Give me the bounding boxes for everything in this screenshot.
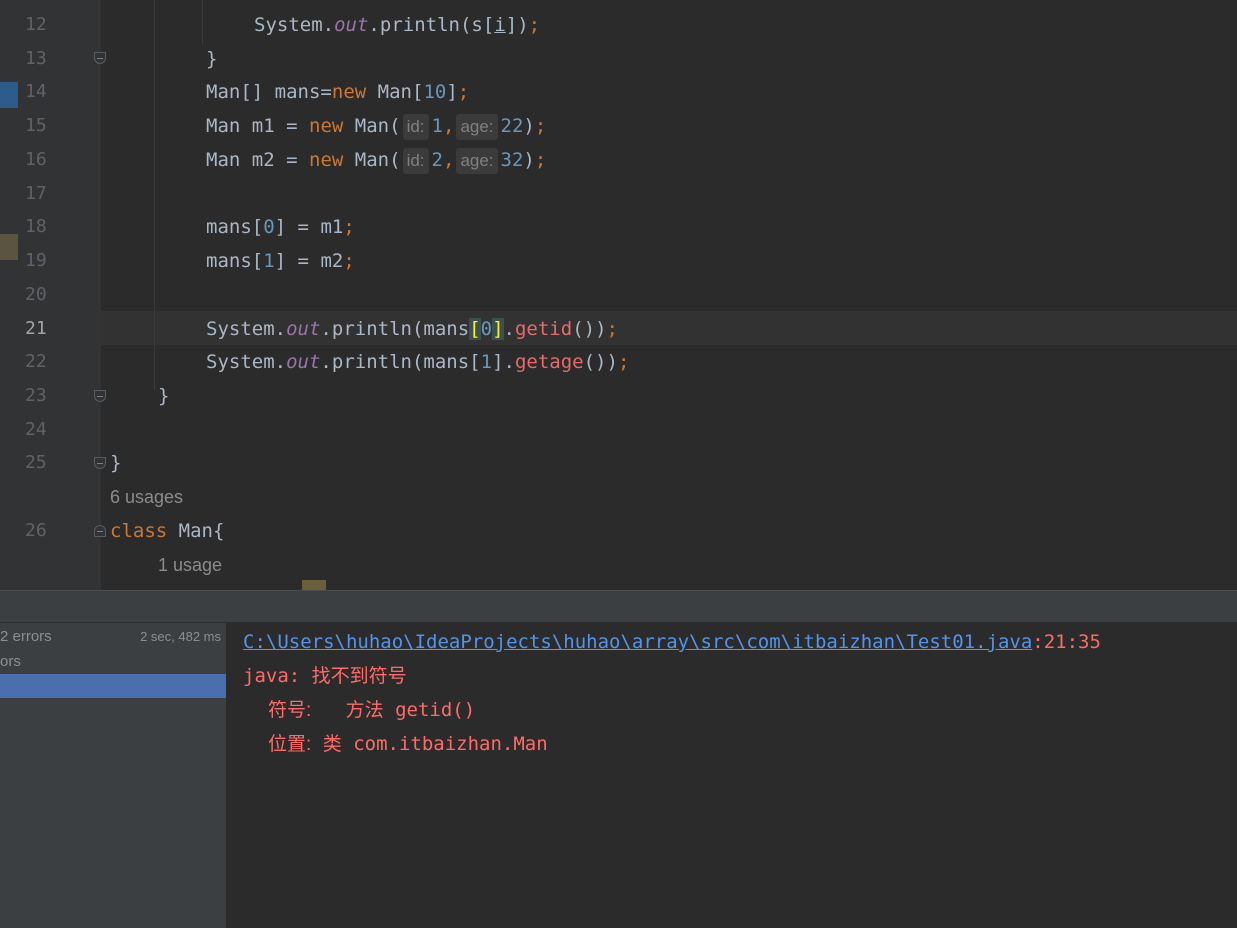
code-line-26[interactable]: class Man{ [110, 514, 224, 548]
code-editor[interactable]: 12 13 14 15 16 17 18 19 20 21 22 23 24 2… [0, 0, 1237, 590]
error-symbol-line: 符号: 方法 getid() [268, 699, 476, 721]
line-number: 20 [25, 284, 47, 305]
line-number-active: 21 [25, 318, 47, 339]
line-number: 12 [25, 14, 47, 35]
error-message-line: java: 找不到符号 [243, 665, 407, 687]
line-number: 23 [25, 385, 47, 406]
error-location-detail: 位置: 类 com.itbaizhan.Man [268, 733, 548, 755]
param-hint-id: id: [402, 148, 429, 174]
fold-marker-icon[interactable] [94, 457, 106, 469]
param-hint-id: id: [402, 114, 429, 140]
code-line-25[interactable]: } [110, 446, 121, 480]
code-line-13[interactable]: } [206, 42, 217, 76]
line-number: 24 [25, 419, 47, 440]
build-output-panel[interactable]: C:\Users\huhao\IdeaProjects\huhao\array\… [226, 623, 1237, 928]
strip-highlight-blue [0, 82, 18, 108]
build-tree-row[interactable]: ors [0, 650, 226, 674]
build-tree-label: ors [0, 653, 21, 670]
code-line-15[interactable]: Man m1 = new Man(id: 1, age: 22); [206, 109, 546, 143]
build-tree-row[interactable]: 2 errors 2 sec, 482 ms [0, 625, 226, 649]
line-number: 16 [25, 149, 47, 170]
usages-hint[interactable]: 1 usage [158, 555, 222, 576]
code-line-18[interactable]: mans[0] = m1; [206, 210, 355, 244]
unresolved-method[interactable]: getage [515, 351, 584, 373]
line-number: 26 [25, 520, 47, 541]
line-number: 19 [25, 250, 47, 271]
line-number: 14 [25, 81, 47, 102]
code-line-14[interactable]: Man[] mans=new Man[10]; [206, 75, 469, 109]
strip-highlight-olive [0, 234, 18, 260]
indent-guide [202, 0, 203, 44]
project-tool-strip [0, 0, 18, 590]
code-line-12[interactable]: System.out.println(s[i]); [254, 8, 540, 42]
line-number: 15 [25, 115, 47, 136]
code-line-21[interactable]: System.out.println(mans[0].getid()); [206, 312, 618, 346]
fold-marker-icon[interactable] [94, 390, 106, 402]
build-duration: 2 sec, 482 ms [140, 629, 221, 644]
code-line-22[interactable]: System.out.println(mans[1].getage()); [206, 345, 629, 379]
scroll-marker [302, 580, 326, 590]
fold-marker-icon[interactable] [94, 525, 106, 537]
code-line-23[interactable]: } [158, 379, 169, 413]
unresolved-method[interactable]: getid [515, 318, 572, 340]
param-hint-age: age: [456, 148, 498, 174]
param-hint-age: age: [456, 114, 498, 140]
line-number: 18 [25, 216, 47, 237]
code-line-19[interactable]: mans[1] = m2; [206, 244, 355, 278]
line-number: 25 [25, 452, 47, 473]
line-number: 13 [25, 48, 47, 69]
indent-guide [154, 0, 155, 390]
line-number: 17 [25, 183, 47, 204]
build-tree-panel[interactable]: 2 errors 2 sec, 482 ms ors [0, 623, 227, 928]
panel-splitter[interactable] [0, 590, 1237, 623]
build-tree-row-selected[interactable] [0, 674, 226, 698]
source-file-link[interactable]: C:\Users\huhao\IdeaProjects\huhao\array\… [243, 631, 1032, 653]
code-line-16[interactable]: Man m2 = new Man(id: 2, age: 32); [206, 143, 546, 177]
build-status-label: 2 errors [0, 628, 52, 645]
usages-hint[interactable]: 6 usages [110, 487, 183, 508]
line-number: 22 [25, 351, 47, 372]
error-location-line: C:\Users\huhao\IdeaProjects\huhao\array\… [243, 631, 1101, 653]
fold-marker-icon[interactable] [94, 52, 106, 64]
